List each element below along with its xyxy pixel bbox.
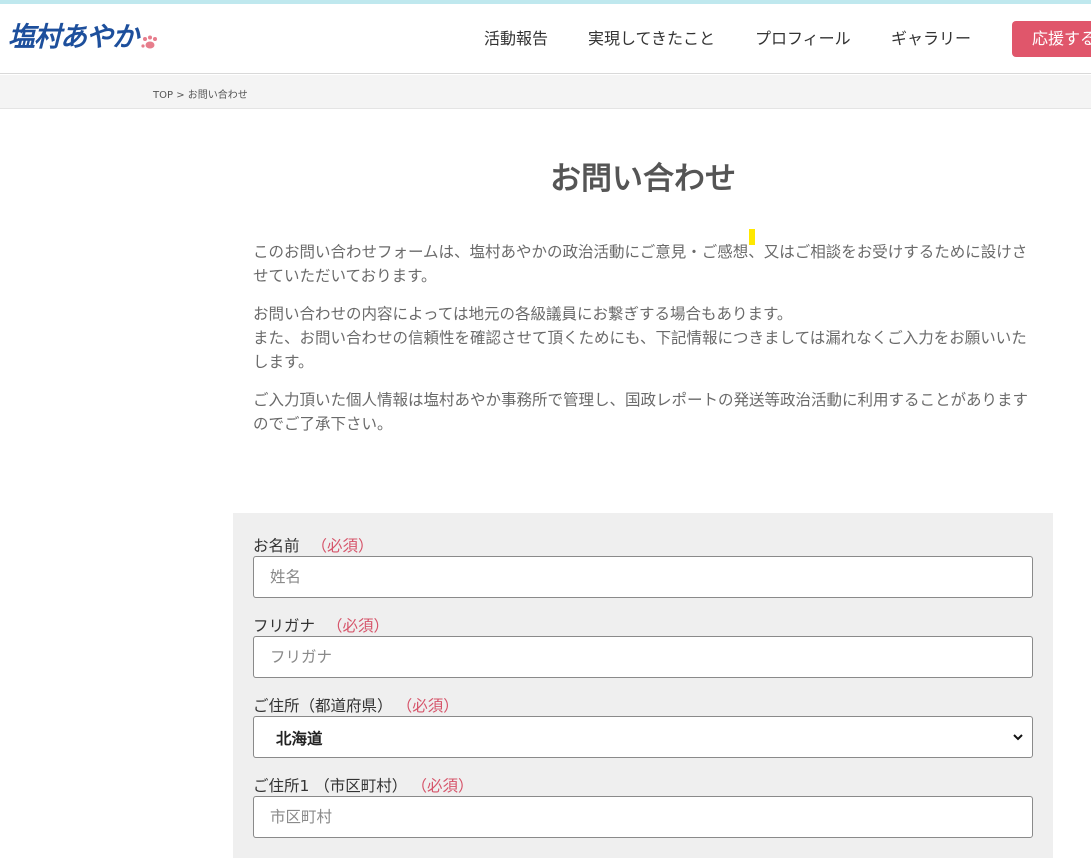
intro-paragraph: お問い合わせの内容によっては地元の各級議員にお繋ぎする場合もあります。 また、お…: [253, 305, 1027, 371]
required-marker: （必須）: [311, 537, 374, 555]
required-marker: （必須）: [327, 617, 390, 635]
intro-text: このお問い合わせフォームは、塩村あやかの政治活動にご意見・ご感想、又はご相談をお…: [253, 240, 1033, 450]
kana-label: フリガナ （必須）: [253, 617, 390, 635]
required-marker: （必須）: [404, 697, 459, 715]
kana-input[interactable]: [253, 636, 1033, 678]
nav-profile[interactable]: プロフィール: [755, 28, 851, 50]
required-marker: （必須）: [419, 777, 474, 795]
city-label: ご住所1 （市区町村） （必須）: [253, 777, 474, 795]
breadcrumb[interactable]: TOP > お問い合わせ: [153, 86, 248, 101]
prefecture-selected-value: 北海道: [276, 730, 323, 748]
page-title: お問い合わせ: [550, 161, 736, 197]
support-button[interactable]: 応援する: [1012, 21, 1091, 57]
name-label: お名前 （必須）: [253, 537, 374, 555]
breadcrumb-bar: TOP > お問い合わせ: [0, 75, 1091, 109]
prefecture-select[interactable]: 北海道: [253, 716, 1033, 758]
intro-paragraph: ご入力頂いた個人情報は塩村あやか事務所で管理し、国政レポートの発送等政治活動に利…: [253, 391, 1029, 433]
city-input[interactable]: [253, 796, 1033, 838]
nav-gallery[interactable]: ギャラリー: [891, 28, 971, 50]
site-header: 塩村あやか 活動報告 実現してきたこと プロフィール ギャラリー 応援する: [0, 4, 1091, 74]
main-nav: 活動報告 実現してきたこと プロフィール ギャラリー: [0, 4, 1091, 74]
name-input[interactable]: [253, 556, 1033, 598]
nav-achievements[interactable]: 実現してきたこと: [588, 28, 715, 50]
nav-activity-report[interactable]: 活動報告: [484, 28, 548, 50]
intro-paragraph: このお問い合わせフォームは、塩村あやかの政治活動にご意見・ご感想、又はご相談をお…: [253, 243, 1028, 285]
chevron-down-icon: [1013, 734, 1023, 741]
prefecture-label: ご住所（都道府県） （必須）: [253, 697, 459, 715]
